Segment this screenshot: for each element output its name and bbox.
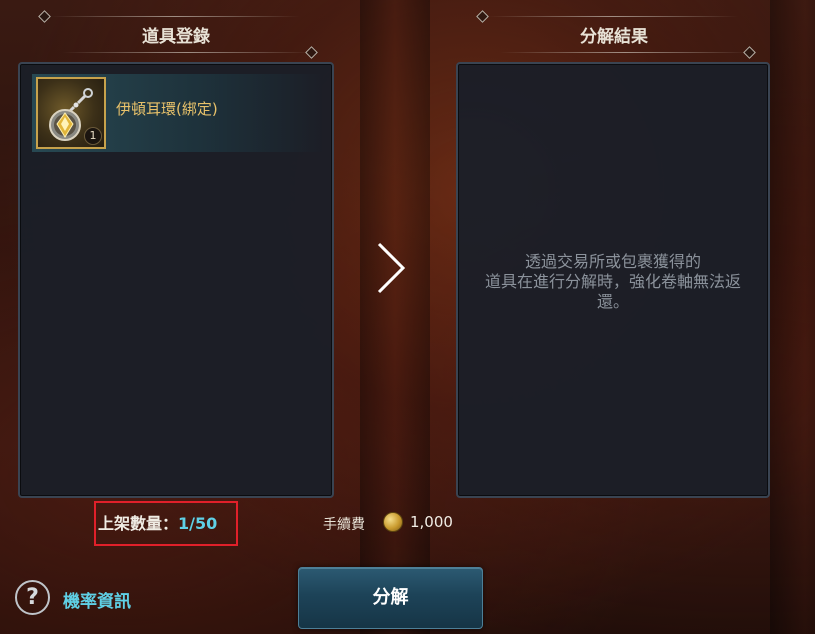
listing-quantity: 上架數量：1/50 xyxy=(94,501,238,546)
decompose-notice: 透過交易所或包裹獲得的 道具在進行分解時，強化卷軸無法返 還。 xyxy=(458,252,768,312)
background-pillar xyxy=(770,0,815,634)
listing-quantity-count: 1/50 xyxy=(178,514,218,533)
probability-info-link[interactable]: 機率資訊 xyxy=(63,587,131,612)
header-ornament-icon xyxy=(476,10,489,23)
fee-label: 手續費 xyxy=(323,517,365,533)
item-count-badge: 1 xyxy=(84,127,102,145)
header-ornament-icon xyxy=(305,46,318,59)
item-registration-header: 道具登錄 xyxy=(22,10,330,59)
header-divider xyxy=(62,52,312,53)
header-divider xyxy=(500,52,750,53)
header-ornament-icon xyxy=(743,46,756,59)
background-pillar xyxy=(360,0,430,634)
item-name: 伊頓耳環(綁定) xyxy=(116,100,218,118)
item-registration-title: 道具登錄 xyxy=(142,27,210,47)
earring-icon[interactable]: 1 xyxy=(36,77,106,149)
notice-line: 道具在進行分解時，強化卷軸無法返 xyxy=(484,272,741,291)
fee-value: 1,000 xyxy=(410,513,453,531)
chevron-right-icon xyxy=(377,242,406,294)
decompose-button[interactable]: 分解 xyxy=(298,567,483,629)
header-divider xyxy=(488,16,738,17)
notice-line: 透過交易所或包裹獲得的 xyxy=(524,252,701,271)
notice-line: 還。 xyxy=(596,292,629,311)
gold-coin-icon xyxy=(383,512,403,532)
help-icon[interactable]: ? xyxy=(15,580,50,615)
registered-item-row[interactable]: 1 伊頓耳環(綁定) xyxy=(32,74,322,152)
decompose-result-header: 分解結果 xyxy=(460,10,768,59)
header-divider xyxy=(50,16,300,17)
decompose-result-panel: 透過交易所或包裹獲得的 道具在進行分解時，強化卷軸無法返 還。 xyxy=(456,62,770,498)
header-ornament-icon xyxy=(38,10,51,23)
listing-quantity-label: 上架數量： xyxy=(98,514,179,533)
item-registration-panel: 1 伊頓耳環(綁定) xyxy=(18,62,334,498)
decompose-result-title: 分解結果 xyxy=(580,27,648,47)
